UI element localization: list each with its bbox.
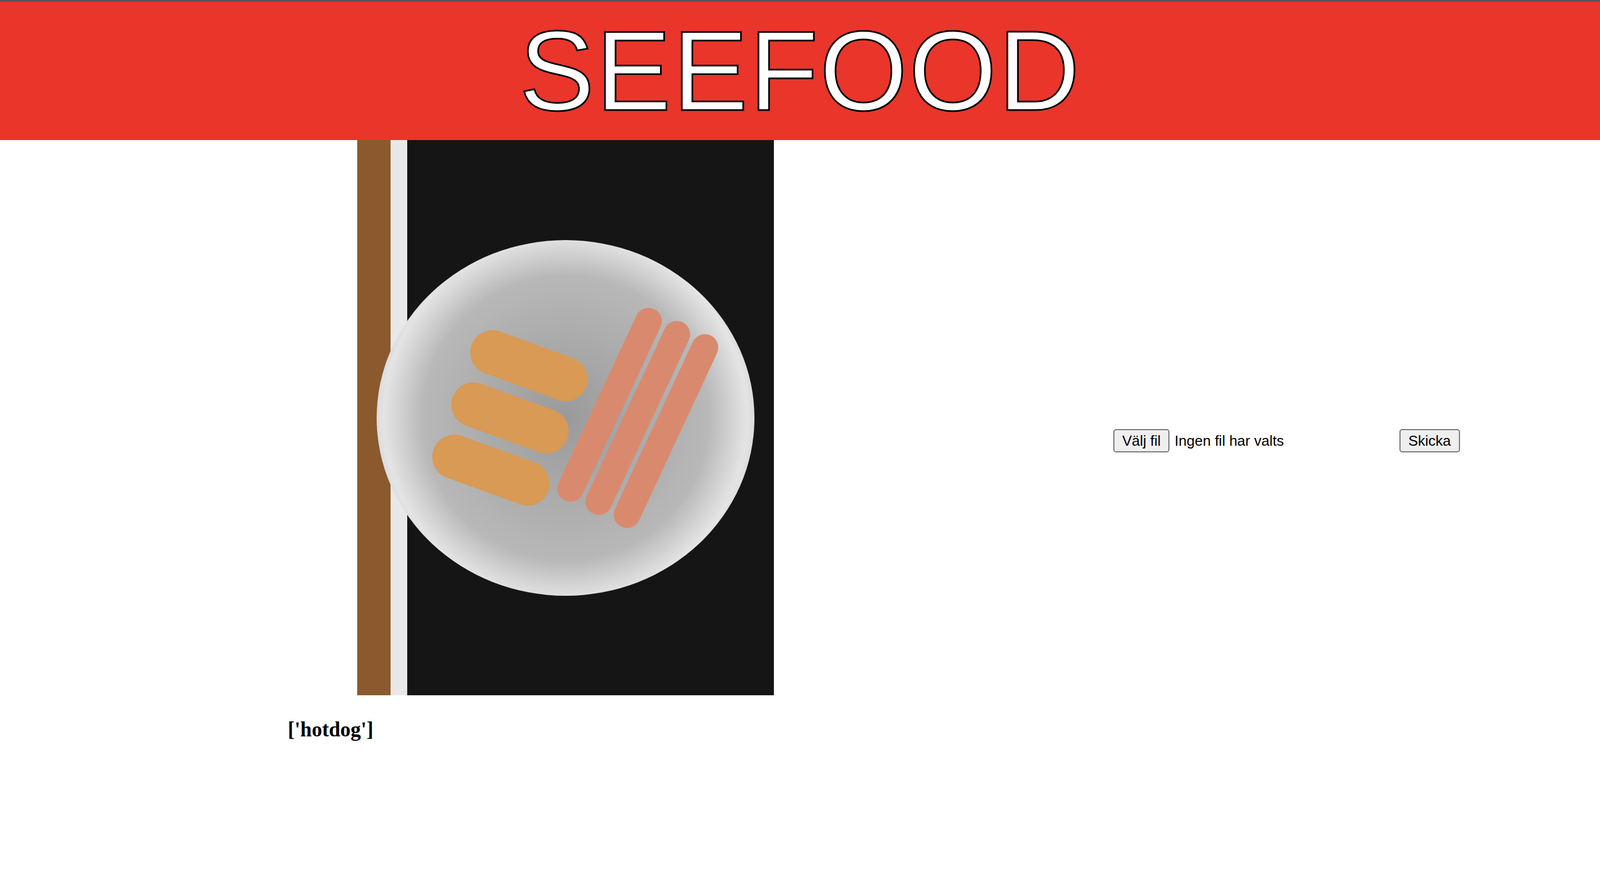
- page: SEEFOOD ['hotdog'] Välj filIngen fil har v…: [0, 0, 1600, 877]
- submit-button[interactable]: Skicka: [1399, 428, 1460, 453]
- upload-form: Välj filIngen fil har valtsSkicka: [1113, 428, 1460, 453]
- sausages-shape: [552, 302, 723, 532]
- header-bar: SEEFOOD: [0, 0, 1600, 140]
- file-input[interactable]: Välj filIngen fil har valts: [1113, 428, 1394, 453]
- choose-file-button[interactable]: Välj fil: [1113, 428, 1170, 453]
- uploaded-photo: [357, 140, 774, 695]
- pan-shape: [376, 240, 755, 596]
- result-column: ['hotdog']: [0, 140, 774, 742]
- main-area: ['hotdog']Välj filIngen fil har valtsSki…: [0, 140, 1600, 742]
- upload-column: Välj filIngen fil har valtsSkicka: [773, 140, 1600, 742]
- app-title: SEEFOOD: [518, 8, 1082, 133]
- file-status: Ingen fil har valts: [1174, 432, 1284, 450]
- prediction-label: ['hotdog']: [287, 717, 374, 742]
